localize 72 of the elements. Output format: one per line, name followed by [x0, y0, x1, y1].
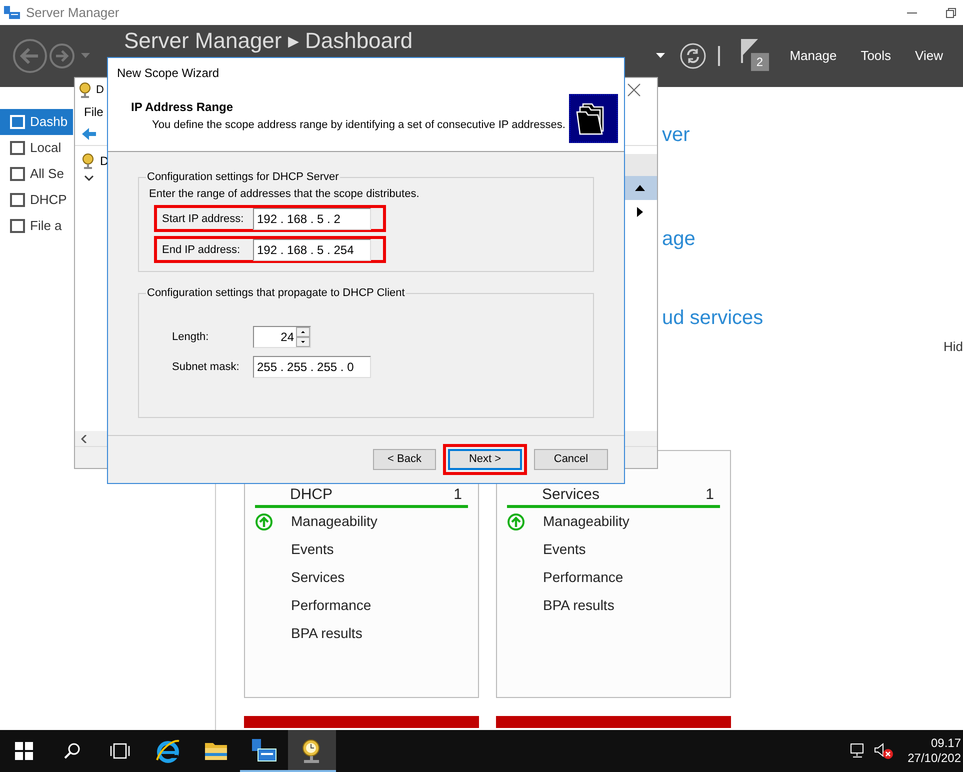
tile-link[interactable]: Manageability: [543, 511, 630, 532]
status-ok-icon: [255, 512, 273, 530]
notifications-flag[interactable]: 2: [740, 39, 769, 73]
server-icon[interactable]: [251, 738, 277, 764]
field-label: Subnet mask:: [172, 360, 240, 376]
sidebar-item[interactable]: All Se: [0, 161, 73, 187]
browser-icon[interactable]: [155, 738, 181, 764]
menu-item[interactable]: File: [84, 103, 104, 121]
console-title: D: [96, 82, 104, 98]
page-description: You define the scope address range by identifying a set of consecutive IP addresses.: [151, 118, 566, 133]
section-heading: age: [662, 227, 696, 252]
tile-link[interactable]: Manageability: [291, 511, 378, 532]
sidebar-item[interactable]: File a: [0, 213, 73, 239]
scroll-left-icon[interactable]: [81, 434, 87, 442]
search-icon[interactable]: [63, 742, 81, 760]
instruction-text: Enter the range of addresses that the scope distributes.: [149, 186, 420, 202]
tile-count: 1: [706, 486, 714, 502]
dialog-button[interactable]: Cancel: [534, 449, 608, 470]
task-view-icon[interactable]: [109, 743, 131, 759]
group-legend: Configuration settings that propagate to DHCP Client: [146, 285, 406, 302]
spin-arrows-icon[interactable]: [296, 327, 310, 348]
dialog-title: New Scope Wizard: [117, 64, 220, 82]
volume-muted-icon[interactable]: [874, 743, 894, 759]
field-label: Start IP address:: [162, 212, 245, 227]
restore-icon[interactable]: [945, 6, 957, 18]
menu-item[interactable]: View: [915, 46, 943, 66]
ip-address-field[interactable]: 192 . 168 . 5 . 254: [253, 238, 371, 261]
tile-link[interactable]: Services: [291, 567, 345, 588]
back-icon[interactable]: [81, 126, 97, 140]
start-icon[interactable]: [15, 742, 33, 760]
chevron-icon[interactable]: [84, 174, 94, 182]
group-legend: Configuration settings for DHCP Server: [146, 169, 340, 186]
breadcrumb: Server Manager ▸ Dashboard: [124, 27, 413, 55]
page-heading: IP Address Range: [131, 98, 234, 116]
tile-title: DHCP: [290, 486, 333, 502]
collapse-icon[interactable]: [635, 185, 645, 191]
list-row[interactable]: [623, 176, 657, 200]
app-icon: [3, 4, 21, 20]
field-label: Length:: [172, 330, 210, 346]
spinner-field[interactable]: 24: [253, 326, 311, 348]
window-title: Server Manager: [26, 4, 120, 22]
sidebar-item[interactable]: DHCP: [0, 187, 73, 213]
sidebar-item[interactable]: Dashb: [0, 109, 73, 135]
tile-link[interactable]: Performance: [543, 567, 624, 588]
folders-icon: [569, 94, 618, 143]
tile-link[interactable]: BPA results: [291, 623, 362, 644]
menu-item[interactable]: Manage: [790, 46, 837, 66]
tile-title: Services: [542, 486, 600, 502]
menu-item[interactable]: Tools: [860, 46, 892, 66]
refresh-icon[interactable]: [680, 43, 706, 69]
tile-count: 1: [454, 486, 462, 502]
section-heading: ud services: [662, 306, 764, 331]
close-icon[interactable]: [627, 83, 641, 97]
folder-icon[interactable]: [204, 741, 228, 761]
dialog-button[interactable]: Next >: [448, 449, 522, 470]
expand-icon[interactable]: [637, 207, 643, 217]
tile-link[interactable]: Events: [291, 539, 334, 560]
clock-time[interactable]: 09.17: [930, 736, 961, 751]
hide-link[interactable]: Hid: [943, 337, 963, 356]
clock-date[interactable]: 27/10/202: [908, 751, 961, 766]
field-label: End IP address:: [162, 242, 242, 258]
tile-link[interactable]: Events: [543, 539, 586, 560]
ip-address-field[interactable]: 192 . 168 . 5 . 2: [253, 208, 371, 230]
sidebar-item[interactable]: Local: [0, 135, 73, 161]
ip-address-field[interactable]: 255 . 255 . 255 . 0: [253, 356, 371, 378]
dialog-button[interactable]: < Back: [373, 449, 436, 470]
tile-link[interactable]: BPA results: [543, 595, 614, 616]
taskbar-app[interactable]: [288, 730, 336, 772]
caret-icon[interactable]: [656, 53, 665, 59]
status-ok-icon: [507, 512, 525, 530]
tile-link[interactable]: Performance: [291, 595, 372, 616]
section-heading: ver: [662, 123, 691, 148]
